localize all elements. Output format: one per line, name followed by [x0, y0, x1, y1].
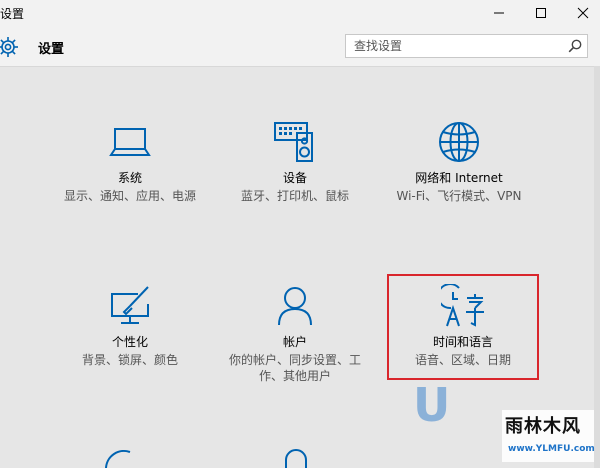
tile-network-desc: Wi-Fi、飞行模式、VPN — [396, 189, 522, 203]
tile-system-desc: 显示、通知、应用、电源 — [63, 189, 196, 203]
close-button[interactable] — [566, 0, 600, 26]
scrollbar[interactable] — [594, 66, 600, 468]
tile-system[interactable]: 系统 显示、通知、应用、电源 — [55, 120, 205, 204]
watermark-logo: U — [413, 378, 453, 432]
tile-personalization-desc: 背景、锁屏、颜色 — [81, 353, 178, 367]
watermark-brand: 雨林木风 — [505, 416, 581, 437]
minimize-button[interactable] — [482, 0, 516, 26]
search-input[interactable] — [346, 35, 561, 57]
gear-icon — [0, 37, 18, 57]
close-icon — [577, 7, 589, 19]
paint-monitor-icon — [111, 286, 149, 324]
tile-devices[interactable]: 设备 蓝牙、打印机、鼠标 — [220, 120, 370, 204]
tile-system-label: 系统 — [117, 171, 142, 185]
tile-accounts-desc: 你的帐户、同步设置、工作、其他用户 — [228, 353, 361, 383]
minimize-icon — [494, 12, 504, 14]
tile-network-label: 网络和 Internet — [415, 171, 503, 185]
keyboard-speaker-icon — [274, 122, 313, 162]
watermark-url: www.YLMFU.com — [508, 444, 595, 454]
highlight-box — [387, 274, 539, 380]
tile-accounts[interactable]: 帐户 你的帐户、同步设置、工作、其他用户 — [220, 284, 370, 384]
lock-icon — [285, 449, 307, 468]
tile-devices-label: 设备 — [282, 171, 307, 185]
window-title: 设置 — [0, 7, 25, 21]
tile-personalization-label: 个性化 — [111, 335, 148, 349]
maximize-button[interactable] — [524, 0, 558, 26]
search-icon[interactable] — [567, 38, 583, 54]
globe-icon — [439, 122, 479, 162]
person-icon — [278, 287, 312, 326]
settings-header: 设置 — [0, 26, 600, 66]
title-bar: 设置 — [0, 0, 600, 26]
search-box[interactable] — [345, 34, 588, 58]
laptop-icon — [109, 128, 151, 156]
header-divider — [0, 66, 600, 67]
update-icon — [105, 449, 131, 468]
tile-accounts-label: 帐户 — [282, 335, 307, 349]
page-title: 设置 — [38, 42, 65, 57]
maximize-icon — [536, 8, 546, 18]
tile-network[interactable]: 网络和 Internet Wi-Fi、飞行模式、VPN — [384, 120, 534, 204]
tile-personalization[interactable]: 个性化 背景、锁屏、颜色 — [55, 284, 205, 368]
tile-devices-desc: 蓝牙、打印机、鼠标 — [240, 189, 349, 203]
